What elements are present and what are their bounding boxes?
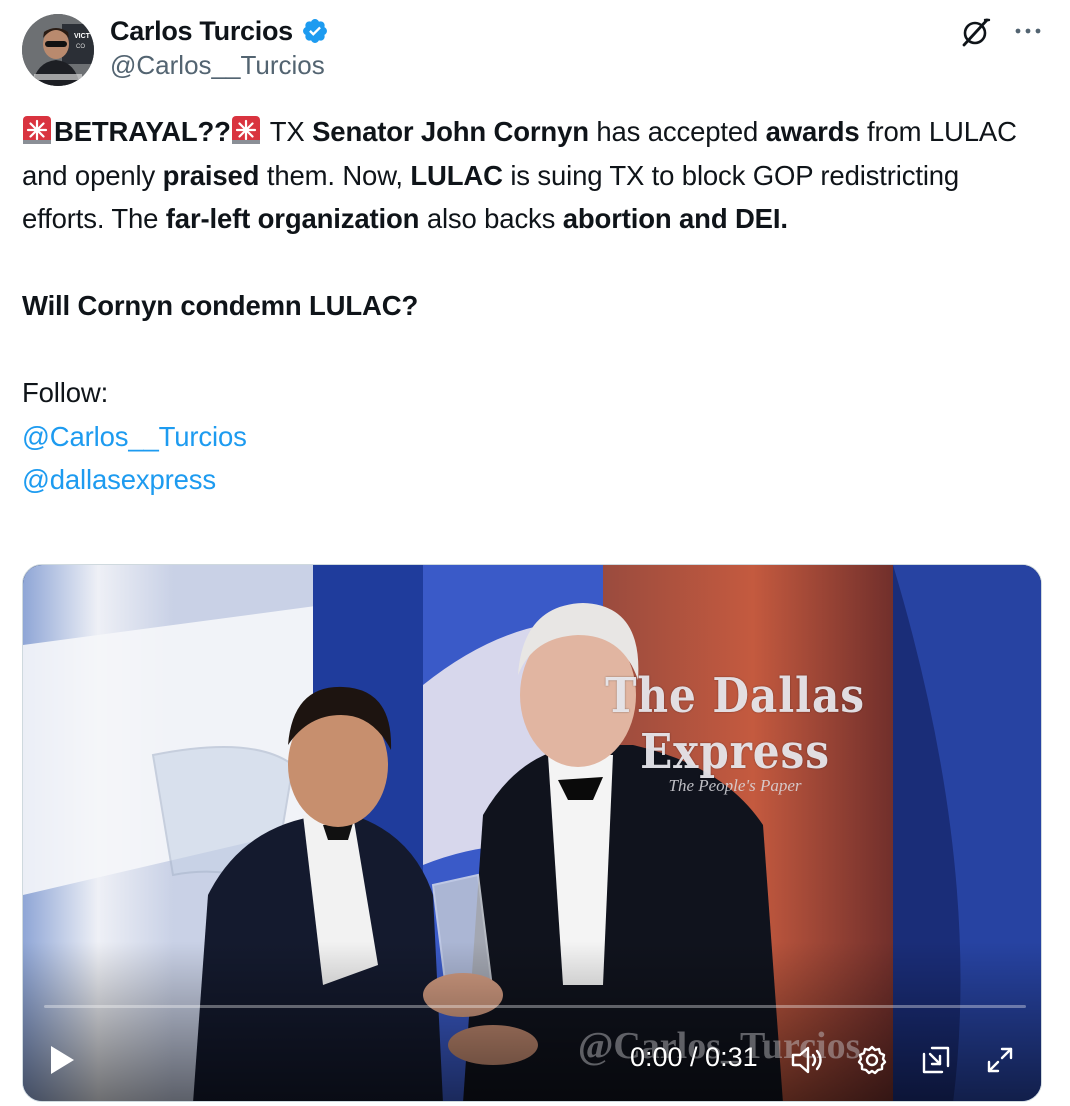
picture-in-picture-button[interactable] [914, 1040, 958, 1084]
police-siren-emoji-icon [231, 114, 261, 144]
video-time-display: 0:00 / 0:31 [630, 1042, 758, 1072]
tweet-paragraph-2: Will Cornyn condemn LULAC? [22, 284, 1048, 328]
tweet-card: VICT CO Carlos Turcios @Carlos__Turcios [0, 0, 1070, 1106]
play-button[interactable] [40, 1040, 84, 1084]
video-frame-image [23, 565, 1041, 1101]
more-options-button[interactable] [1008, 16, 1048, 48]
mention-link-dallasexpress[interactable]: @dallasexpress [22, 458, 216, 502]
follow-label: Follow: [22, 377, 109, 408]
tweet-text-betrayal: BETRAYAL?? [54, 116, 231, 147]
video-player[interactable] [22, 564, 1042, 1102]
grok-button[interactable] [958, 16, 994, 52]
tweet-text-segment: TX [262, 116, 313, 147]
settings-button[interactable] [850, 1040, 894, 1084]
volume-button[interactable] [786, 1040, 830, 1084]
author-display-name[interactable]: Carlos Turcios [110, 16, 293, 47]
tweet-text: BETRAYAL?? TX Senator John Cornyn has ac… [22, 110, 1048, 502]
settings-gear-icon [856, 1044, 888, 1081]
play-icon [48, 1044, 76, 1081]
author-avatar[interactable]: VICT CO [22, 14, 94, 86]
tweet-text-bold: abortion and DEI. [562, 203, 788, 234]
mention-link-carlos-turcios[interactable]: @Carlos__Turcios [22, 415, 247, 459]
tweet-paragraph-1: BETRAYAL?? TX Senator John Cornyn has ac… [22, 110, 1048, 241]
watermark-title: The Dallas Express [605, 668, 865, 780]
picture-in-picture-icon [920, 1044, 952, 1081]
verified-badge-icon[interactable] [301, 17, 329, 45]
tweet-text-bold: awards [765, 116, 860, 147]
tweet-question: Will Cornyn condemn LULAC? [22, 290, 419, 321]
tweet-text-bold: Senator John Cornyn [312, 116, 589, 147]
video-watermark: The Dallas Express The People's Paper [505, 668, 965, 796]
tweet-text-segment: also backs [419, 203, 563, 234]
grok-icon [960, 16, 992, 53]
tweet-text-bold: LULAC [410, 159, 503, 191]
author-handle[interactable]: @Carlos__Turcios [110, 50, 325, 81]
more-icon [1013, 23, 1043, 41]
svg-text:VICT: VICT [74, 33, 91, 40]
tweet-text-bold: far-left organization [165, 203, 420, 234]
tweet-text-bold: praised [162, 159, 260, 191]
tweet-text-segment: them. Now, [259, 159, 411, 191]
video-progress-bar[interactable] [44, 1005, 1026, 1008]
volume-icon [790, 1044, 826, 1081]
fullscreen-button[interactable] [978, 1040, 1022, 1084]
svg-text:CO: CO [76, 44, 85, 50]
tweet-text-segment: has accepted [588, 116, 766, 147]
fullscreen-icon [984, 1044, 1016, 1081]
police-siren-emoji-icon [22, 114, 52, 144]
